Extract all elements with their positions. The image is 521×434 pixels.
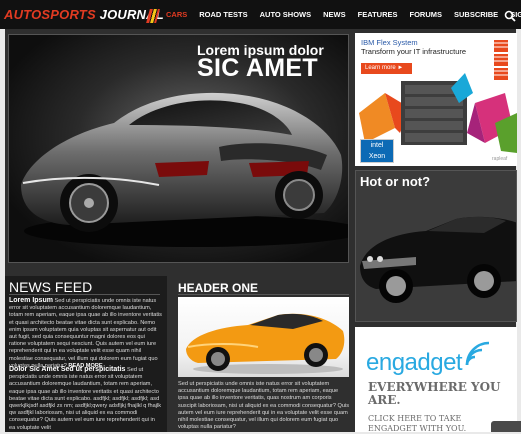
engadget-logo: engadget	[366, 349, 463, 376]
ibm-ad-subline: Transform your IT infrastructure	[361, 47, 467, 56]
header-one-divider	[178, 294, 349, 295]
ad-provider-label: rapleaf	[492, 156, 508, 162]
logo-text-autosports: AUTOSPORTS	[4, 7, 96, 22]
news-item-heading: Lorem Ipsum	[9, 297, 53, 304]
hero-title-line2: SIC AMET	[197, 54, 318, 82]
site-logo[interactable]: AUTOSPORTS JOURNAL	[4, 7, 164, 22]
news-feed-divider	[9, 294, 160, 295]
muscle-car-illustration	[360, 216, 516, 303]
intel-badge-brand: intel	[370, 142, 384, 149]
news-item[interactable]: Dolor Sic Amet Sed ut perspicitatis Sed …	[9, 366, 162, 432]
news-feed-title: NEWS FEED	[9, 279, 93, 295]
nav-news[interactable]: NEWS	[317, 10, 352, 19]
header-one-title: HEADER ONE	[178, 281, 259, 295]
learn-more-button[interactable]: Learn more ►	[361, 63, 412, 74]
intel-badge-product: Xeon	[368, 153, 386, 160]
news-item-body: Sed ut perspiciatis unde omnis iste natu…	[9, 367, 162, 431]
ibm-ad-headline: IBM Flex System	[361, 38, 418, 47]
scroll-widget[interactable]	[491, 421, 521, 432]
hot-or-not-title: Hot or not?	[360, 174, 431, 189]
news-item-body: Sed ut perspiciatis unde omnis iste natu…	[9, 298, 162, 369]
hot-or-not-panel[interactable]	[355, 170, 517, 322]
signal-waves-icon	[465, 341, 490, 366]
news-item[interactable]: Lorem Ipsum Sed ut perspiciatis unde omn…	[9, 297, 162, 370]
nav-subscribe[interactable]: SUBSCRIBE	[448, 10, 504, 19]
news-item-heading: Dolor Sic Amet Sed ut perspicitatis	[9, 366, 126, 373]
nav-features[interactable]: FEATURES	[352, 10, 404, 19]
header-one-body: Sed ut perspiciatis unde omnis iste natu…	[178, 381, 350, 431]
engadget-tagline: EVERYWHERE YOU ARE.	[368, 380, 501, 407]
nav-auto-shows[interactable]: AUTO SHOWS	[254, 10, 318, 19]
engadget-cta-link[interactable]: CLICK HERE TO TAKE ENGADGET WITH YOU.	[368, 414, 508, 434]
header-one-image[interactable]	[178, 297, 349, 377]
main-nav: CARS ROAD TESTS AUTO SHOWS NEWS FEATURES…	[160, 0, 521, 29]
nav-forums[interactable]: FORUMS	[404, 10, 449, 19]
ibm-logo-icon	[492, 40, 510, 80]
orange-supercar-illustration	[186, 313, 345, 374]
intel-xeon-badge: intel Xeon	[360, 139, 394, 163]
nav-road-tests[interactable]: ROAD TESTS	[193, 10, 253, 19]
nav-cars[interactable]: CARS	[160, 10, 193, 19]
search-icon[interactable]	[504, 10, 516, 22]
